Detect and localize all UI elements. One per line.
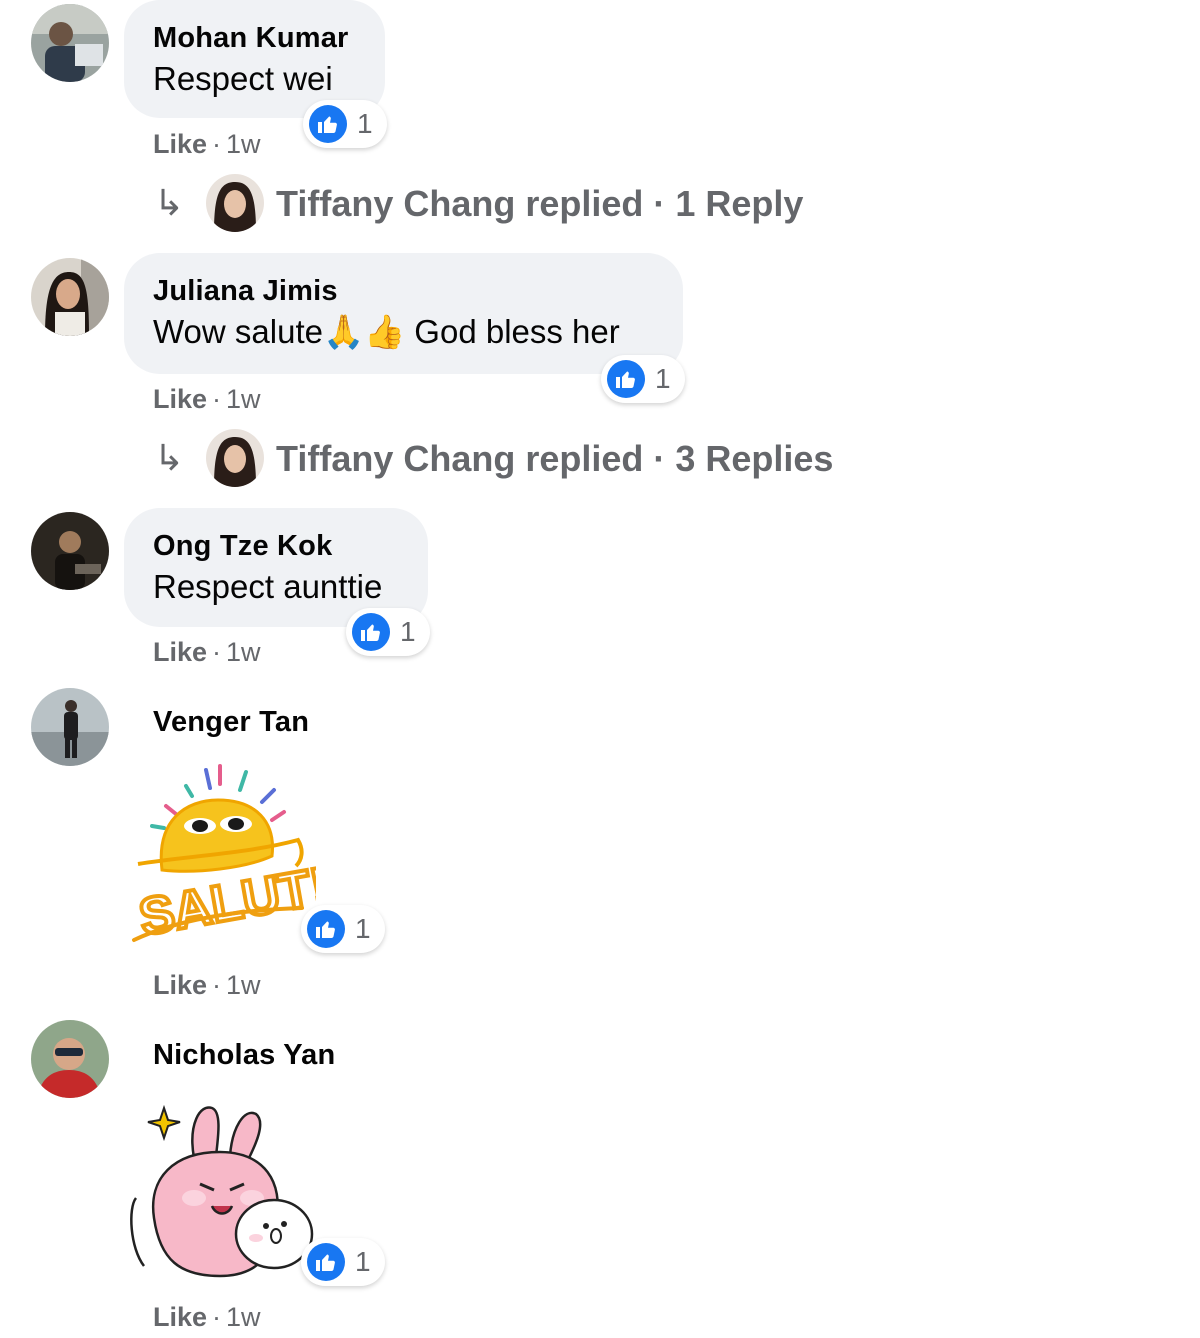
- comment-author[interactable]: Juliana Jimis: [153, 275, 338, 308]
- separator: ·: [212, 970, 222, 1000]
- timestamp[interactable]: 1w: [226, 1302, 261, 1332]
- comment-meta: Like · 1w: [153, 384, 261, 415]
- timestamp[interactable]: 1w: [226, 970, 261, 1000]
- comment-meta: Like · 1w: [153, 129, 261, 160]
- comment-text: Respect wei: [153, 60, 333, 97]
- comment-author[interactable]: Nicholas Yan: [153, 1039, 335, 1072]
- separator: ·: [212, 1302, 222, 1332]
- avatar-tiffany-chang[interactable]: [206, 429, 264, 487]
- reaction-badge[interactable]: 1: [301, 905, 385, 953]
- reaction-badge[interactable]: 1: [601, 355, 685, 403]
- view-replies-link[interactable]: Tiffany Chang replied · 1 Reply: [276, 183, 803, 225]
- like-link[interactable]: Like: [153, 129, 207, 159]
- avatar-nicholas-yan[interactable]: [31, 1020, 109, 1098]
- comment-meta: Like · 1w: [153, 1302, 261, 1333]
- comment-author[interactable]: Mohan Kumar: [153, 22, 349, 55]
- timestamp[interactable]: 1w: [226, 129, 261, 159]
- separator: ·: [212, 637, 222, 667]
- avatar-venger-tan[interactable]: [31, 688, 109, 766]
- reaction-count: 1: [357, 108, 373, 139]
- reaction-count: 1: [400, 616, 416, 647]
- like-link[interactable]: Like: [153, 970, 207, 1000]
- reaction-count: 1: [355, 1246, 371, 1277]
- reaction-badge[interactable]: 1: [301, 1238, 385, 1286]
- comment-author[interactable]: Venger Tan: [153, 706, 309, 739]
- timestamp[interactable]: 1w: [226, 637, 261, 667]
- reply-arrow-icon: ↳: [154, 182, 185, 223]
- reaction-badge[interactable]: 1: [346, 608, 430, 656]
- bunny-sticker[interactable]: [124, 1098, 320, 1280]
- comment-meta: Like · 1w: [153, 970, 261, 1001]
- avatar-tiffany-chang[interactable]: [206, 174, 264, 232]
- separator: ·: [212, 384, 222, 414]
- like-link[interactable]: Like: [153, 637, 207, 667]
- avatar-mohan-kumar[interactable]: [31, 4, 109, 82]
- comment-text: Wow salute🙏👍 God bless her: [153, 313, 620, 350]
- comment-meta: Like · 1w: [153, 637, 261, 668]
- thumbs-up-icon: [607, 360, 645, 398]
- avatar-juliana-jimis[interactable]: [31, 258, 109, 336]
- thumbs-up-icon: [352, 613, 390, 651]
- salut-sticker[interactable]: SALUT!: [126, 760, 335, 952]
- reaction-badge[interactable]: 1: [303, 100, 387, 148]
- like-link[interactable]: Like: [153, 384, 207, 414]
- thumbs-up-icon: [307, 1243, 345, 1281]
- comment-author[interactable]: Ong Tze Kok: [153, 530, 332, 563]
- avatar-ong-tze-kok[interactable]: [31, 512, 109, 590]
- reaction-count: 1: [355, 913, 371, 944]
- thumbs-up-icon: [309, 105, 347, 143]
- comment-text: Respect aunttie: [153, 568, 383, 605]
- separator: ·: [212, 129, 222, 159]
- thumbs-up-icon: [307, 910, 345, 948]
- reply-arrow-icon: ↳: [154, 437, 185, 478]
- timestamp[interactable]: 1w: [226, 384, 261, 414]
- like-link[interactable]: Like: [153, 1302, 207, 1332]
- view-replies-link[interactable]: Tiffany Chang replied · 3 Replies: [276, 438, 833, 480]
- reaction-count: 1: [655, 363, 671, 394]
